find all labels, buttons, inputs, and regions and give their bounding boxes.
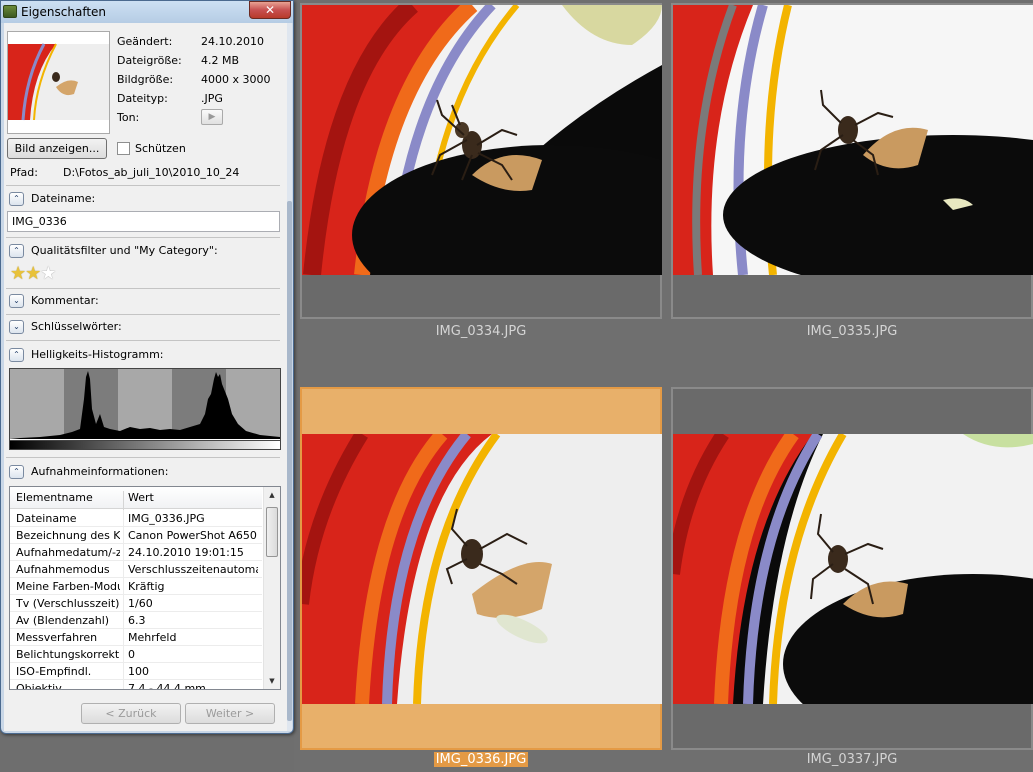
- table-row[interactable]: Dateiname IMG_0336.JPG: [10, 510, 262, 527]
- type-label: Dateityp:: [117, 92, 168, 105]
- collapse-icon[interactable]: ⌃: [9, 465, 24, 479]
- next-button[interactable]: Weiter >: [185, 703, 275, 724]
- column-header-value[interactable]: Wert: [128, 491, 154, 504]
- expand-icon[interactable]: ⌄: [9, 294, 24, 308]
- window-scroll-thumb[interactable]: [287, 201, 292, 721]
- scroll-up-icon[interactable]: ▲: [266, 488, 278, 502]
- collapse-icon[interactable]: ⌃: [9, 348, 24, 362]
- path-value: D:\Fotos_ab_juli_10\2010_10_24: [63, 166, 240, 179]
- size-label: Dateigröße:: [117, 54, 182, 67]
- protect-label: Schützen: [135, 142, 186, 155]
- sound-label: Ton:: [117, 111, 140, 124]
- table-header: Elementname Wert: [10, 487, 262, 513]
- expand-icon[interactable]: ⌄: [9, 320, 24, 334]
- back-button[interactable]: < Zurück: [81, 703, 181, 724]
- window-scrollbar[interactable]: [287, 23, 292, 731]
- thumbnail-caption: IMG_0336.JPG: [433, 752, 529, 767]
- play-icon[interactable]: ▶: [201, 109, 223, 125]
- collapse-icon[interactable]: ⌃: [9, 244, 24, 258]
- properties-window: Eigenschaften ✕ Geändert: 24.10.2010 Date…: [0, 0, 294, 734]
- app-icon: [3, 5, 17, 18]
- column-header-name[interactable]: Elementname: [16, 491, 93, 504]
- star-filled-icon[interactable]: ★: [25, 263, 41, 284]
- divider: [6, 237, 280, 238]
- scroll-thumb[interactable]: [266, 507, 278, 557]
- changed-value: 24.10.2010: [201, 35, 264, 48]
- collapse-icon[interactable]: ⌃: [9, 192, 24, 206]
- rating-stars[interactable]: ★★★: [10, 263, 56, 284]
- divider: [6, 457, 280, 458]
- type-value: .JPG: [201, 92, 223, 105]
- dims-label: Bildgröße:: [117, 73, 174, 86]
- divider: [6, 288, 280, 289]
- scroll-down-icon[interactable]: ▼: [266, 674, 278, 688]
- table-row[interactable]: Objektiv 7.4 - 44.4 mm: [10, 680, 262, 689]
- protect-checkbox[interactable]: [117, 142, 130, 155]
- divider: [6, 185, 280, 186]
- path-label: Pfad:: [10, 166, 38, 179]
- table-row[interactable]: AufnahmemodusVerschlusszeitenautomatik: [10, 561, 262, 578]
- star-empty-icon[interactable]: ★: [40, 263, 56, 284]
- divider: [6, 314, 280, 315]
- table-row[interactable]: Tv (Verschlusszeit) 1/60: [10, 595, 262, 612]
- table-row[interactable]: Bezeichnung des K... Canon PowerShot A650…: [10, 527, 262, 544]
- thumbnail-caption: IMG_0337.JPG: [806, 752, 898, 767]
- thumbnail-image[interactable]: [673, 5, 1033, 275]
- table-scrollbar[interactable]: ▲ ▼: [263, 487, 280, 689]
- properties-panel: Geändert: 24.10.2010 Dateigröße: 4.2 MB Bi…: [4, 23, 290, 731]
- size-value: 4.2 MB: [201, 54, 240, 67]
- show-image-button[interactable]: Bild anzeigen...: [7, 138, 107, 159]
- table-rows: Dateiname IMG_0336.JPG Bezeichnung des K.…: [10, 510, 262, 689]
- table-row[interactable]: ISO-Empfindl. 100: [10, 663, 262, 680]
- table-row[interactable]: Av (Blendenzahl) 6.3: [10, 612, 262, 629]
- thumbnail-caption: IMG_0335.JPG: [806, 324, 898, 339]
- table-row[interactable]: Aufnahmedatum/-zeit24.10.2010 19:01:15: [10, 544, 262, 561]
- shooting-info-table[interactable]: Elementname Wert Dateiname IMG_0336.JPG B…: [9, 486, 281, 690]
- dims-value: 4000 x 3000: [201, 73, 271, 86]
- close-button[interactable]: ✕: [249, 1, 291, 19]
- title-bar[interactable]: Eigenschaften ✕: [1, 1, 293, 23]
- thumbnail-grid: IMG_0334.JPG IMG_0335.JPG IMG_0336.JPG I…: [294, 0, 1033, 772]
- brightness-histogram: [9, 368, 281, 450]
- thumbnail-image[interactable]: [673, 434, 1033, 704]
- star-filled-icon[interactable]: ★: [10, 263, 26, 284]
- thumbnail-caption: IMG_0334.JPG: [435, 324, 527, 339]
- table-row[interactable]: Meine Farben-Modus Kräftig: [10, 578, 262, 595]
- divider: [6, 340, 280, 341]
- window-title: Eigenschaften: [21, 5, 107, 19]
- file-info: Geändert: 24.10.2010 Dateigröße: 4.2 MB Bi…: [117, 35, 287, 130]
- changed-label: Geändert:: [117, 35, 173, 48]
- histogram-gradient: [9, 440, 281, 450]
- table-row[interactable]: Messverfahren Mehrfeld: [10, 629, 262, 646]
- thumbnail-image[interactable]: [302, 5, 662, 275]
- filename-input[interactable]: IMG_0336: [7, 211, 280, 232]
- preview-image: [7, 31, 110, 134]
- table-row[interactable]: Belichtungskorrektur 0: [10, 646, 262, 663]
- thumbnail-image[interactable]: [302, 434, 662, 704]
